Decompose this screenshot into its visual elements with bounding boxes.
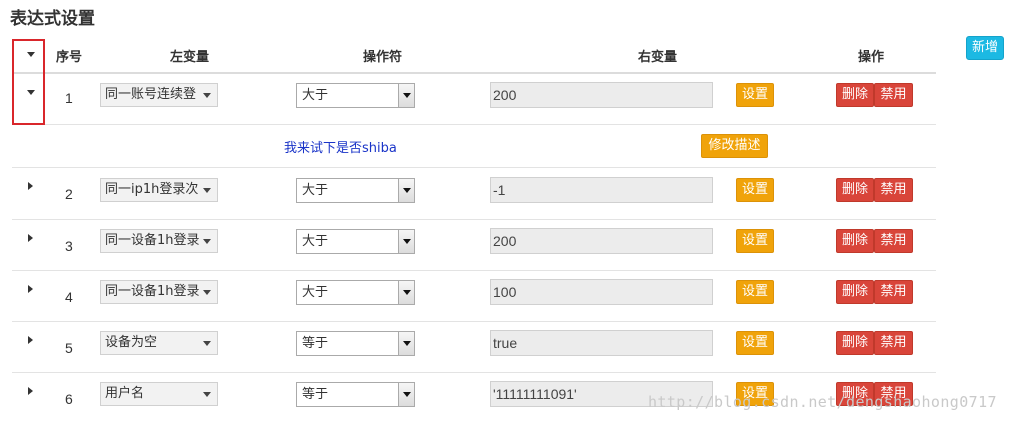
header-index: 序号: [56, 50, 83, 65]
set-button[interactable]: 设置: [736, 280, 774, 304]
right-variable-input[interactable]: true: [490, 330, 713, 356]
operator-select[interactable]: 等于: [296, 331, 415, 356]
row-index: 2: [65, 186, 73, 202]
delete-button[interactable]: 删除: [836, 83, 874, 107]
description-text: 我来试下是否shiba: [284, 141, 397, 156]
header-operator: 操作符: [363, 50, 403, 65]
operator-select[interactable]: 大于: [296, 83, 415, 108]
set-button[interactable]: 设置: [736, 331, 774, 355]
set-button[interactable]: 设置: [736, 83, 774, 107]
page-title: 表达式设置: [10, 9, 95, 29]
left-variable-select[interactable]: 同一设备1h登录: [100, 229, 218, 253]
disable-button[interactable]: 禁用: [874, 280, 913, 304]
dropdown-arrow-icon: [398, 84, 414, 107]
disable-button[interactable]: 禁用: [874, 83, 913, 107]
disable-button[interactable]: 禁用: [874, 178, 913, 202]
table-row: 3 同一设备1h登录 大于 200 设置 删除 禁用: [12, 220, 936, 271]
chevron-down-icon: [203, 290, 211, 295]
expand-caret-icon[interactable]: [28, 336, 33, 344]
left-variable-select[interactable]: 同一账号连续登: [100, 83, 218, 107]
table-row: 2 同一ip1h登录次 大于 -1 设置 删除 禁用: [12, 168, 936, 220]
row-index: 3: [65, 238, 73, 254]
set-button[interactable]: 设置: [736, 229, 774, 253]
expand-caret-icon[interactable]: [28, 234, 33, 242]
left-variable-select[interactable]: 用户名: [100, 382, 218, 406]
edit-description-button[interactable]: 修改描述: [701, 134, 768, 158]
dropdown-arrow-icon: [398, 383, 414, 406]
header-left-variable: 左变量: [170, 50, 210, 65]
dropdown-arrow-icon: [398, 332, 414, 355]
operator-select[interactable]: 大于: [296, 280, 415, 305]
chevron-down-icon: [203, 93, 211, 98]
row-index: 4: [65, 289, 73, 305]
right-variable-input[interactable]: -1: [490, 177, 713, 203]
dropdown-arrow-icon: [398, 179, 414, 202]
add-expression-button[interactable]: 新增: [966, 36, 1004, 60]
right-variable-input[interactable]: 200: [490, 82, 713, 108]
expand-caret-icon[interactable]: [28, 182, 33, 190]
right-variable-input[interactable]: 100: [490, 279, 713, 305]
operator-select[interactable]: 大于: [296, 229, 415, 254]
right-variable-input[interactable]: 200: [490, 228, 713, 254]
dropdown-arrow-icon: [398, 230, 414, 253]
left-variable-select[interactable]: 同一设备1h登录: [100, 280, 218, 304]
row-index: 1: [65, 90, 73, 106]
header-action: 操作: [858, 50, 885, 65]
operator-select[interactable]: 大于: [296, 178, 415, 203]
operator-select[interactable]: 等于: [296, 382, 415, 407]
delete-button[interactable]: 删除: [836, 178, 874, 202]
chevron-down-icon: [203, 188, 211, 193]
highlight-annotation-box: [12, 39, 45, 125]
expand-caret-icon[interactable]: [28, 285, 33, 293]
dropdown-arrow-icon: [398, 281, 414, 304]
expand-caret-icon[interactable]: [28, 387, 33, 395]
left-variable-select[interactable]: 同一ip1h登录次: [100, 178, 218, 202]
delete-button[interactable]: 删除: [836, 280, 874, 304]
left-variable-select[interactable]: 设备为空: [100, 331, 218, 355]
table-row: 5 设备为空 等于 true 设置 删除 禁用: [12, 322, 936, 373]
description-row: 我来试下是否shiba 修改描述: [12, 125, 936, 168]
disable-button[interactable]: 禁用: [874, 331, 913, 355]
delete-button[interactable]: 删除: [836, 229, 874, 253]
chevron-down-icon: [203, 392, 211, 397]
header-right-variable: 右变量: [638, 50, 678, 65]
delete-button[interactable]: 删除: [836, 331, 874, 355]
disable-button[interactable]: 禁用: [874, 229, 913, 253]
chevron-down-icon: [203, 341, 211, 346]
row-index: 5: [65, 340, 73, 356]
table-row: 4 同一设备1h登录 大于 100 设置 删除 禁用: [12, 271, 936, 322]
table-header: 序号 左变量 操作符 右变量 操作: [12, 36, 936, 74]
watermark: http://blog.csdn.net/dengshaohong0717: [648, 393, 997, 411]
table-row: 1 同一账号连续登 大于 200 设置 删除 禁用: [12, 74, 936, 125]
row-index: 6: [65, 391, 73, 407]
chevron-down-icon: [203, 239, 211, 244]
set-button[interactable]: 设置: [736, 178, 774, 202]
